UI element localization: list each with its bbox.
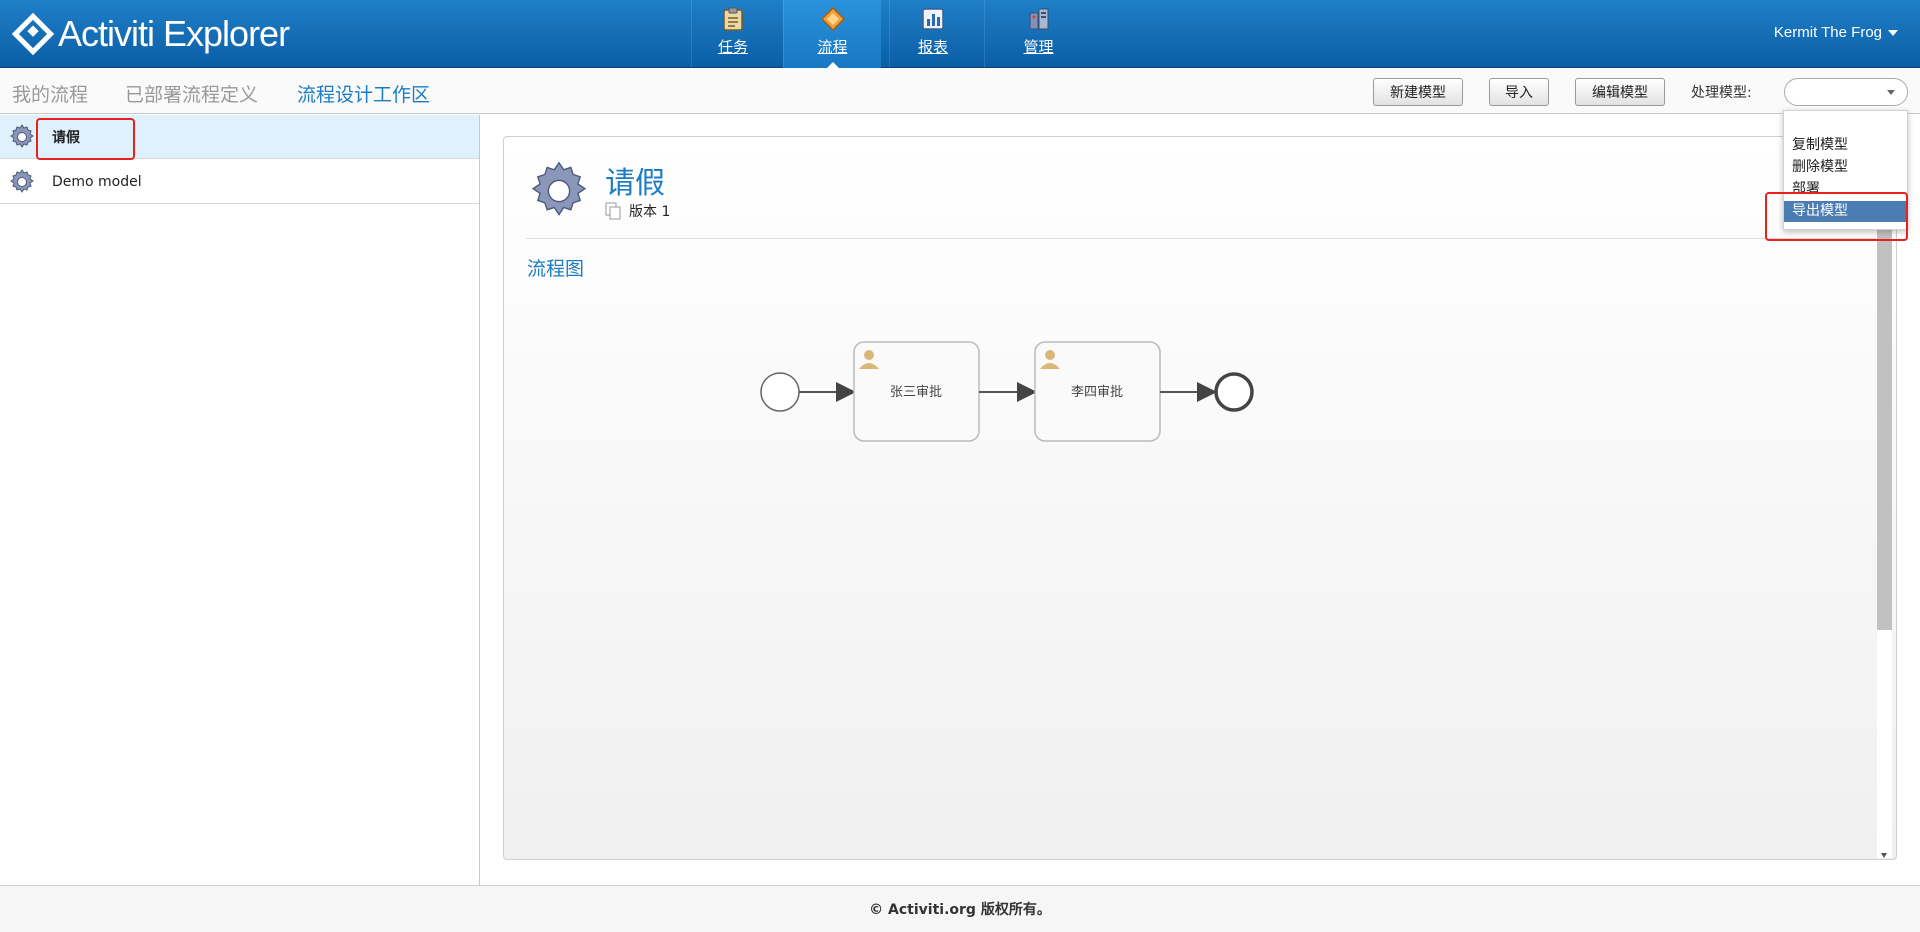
clipboard-icon bbox=[720, 6, 746, 32]
new-model-button[interactable]: 新建模型 bbox=[1373, 78, 1463, 106]
tab-model-workspace[interactable]: 流程设计工作区 bbox=[297, 80, 430, 107]
logo-text: Activiti Explorer bbox=[58, 13, 290, 54]
model-detail-card bbox=[503, 136, 1897, 860]
diagram-section-title: 流程图 bbox=[527, 258, 585, 280]
nav-tasks[interactable]: 任务 bbox=[691, 0, 774, 68]
process-model-label: 处理模型: bbox=[1691, 85, 1752, 101]
tab-my-processes[interactable]: 我的流程 bbox=[12, 80, 88, 107]
task-label: 张三审批 bbox=[890, 385, 942, 400]
model-list-panel: 请假 Demo model bbox=[0, 115, 480, 885]
user-task[interactable]: 李四审批 bbox=[1034, 341, 1161, 442]
diagram-scrollbar[interactable] bbox=[1877, 228, 1892, 858]
user-menu[interactable]: Kermit The Frog bbox=[1774, 24, 1898, 41]
gear-icon bbox=[10, 123, 34, 148]
process-diamond-icon bbox=[820, 6, 846, 32]
chevron-down-icon bbox=[1887, 90, 1895, 95]
model-name: Demo model bbox=[52, 173, 142, 190]
admin-icon bbox=[1026, 6, 1052, 32]
app-logo[interactable]: Activiti Explorer bbox=[11, 12, 290, 56]
version-text: 版本 1 bbox=[629, 204, 671, 220]
user-task[interactable]: 张三审批 bbox=[853, 341, 980, 442]
menu-item-copy-model[interactable]: 复制模型 bbox=[1784, 135, 1907, 156]
edit-model-button[interactable]: 编辑模型 bbox=[1575, 78, 1665, 106]
gear-icon bbox=[531, 161, 587, 216]
process-model-dropdown: 复制模型 删除模型 部署 导出模型 bbox=[1783, 110, 1908, 230]
import-button[interactable]: 导入 bbox=[1489, 78, 1549, 106]
nav-processes[interactable]: 流程 bbox=[783, 0, 881, 69]
list-item[interactable]: Demo model bbox=[0, 160, 479, 204]
sub-toolbar: 我的流程 已部署流程定义 流程设计工作区 新建模型 导入 编辑模型 处理模型: bbox=[0, 69, 1920, 114]
copyright-text: © Activiti.org 版权所有。 bbox=[869, 902, 1051, 918]
process-diagram: 张三审批 李四审批 bbox=[760, 341, 1254, 442]
nav-reports-label: 报表 bbox=[917, 38, 948, 56]
versions-icon bbox=[605, 202, 621, 220]
process-model-select[interactable] bbox=[1784, 78, 1908, 106]
list-item[interactable]: 请假 bbox=[0, 115, 479, 159]
model-name: 请假 bbox=[52, 129, 80, 146]
model-title: 请假 bbox=[605, 166, 665, 201]
model-version: 版本 1 bbox=[605, 201, 670, 221]
menu-item-delete-model[interactable]: 删除模型 bbox=[1784, 157, 1907, 178]
divider bbox=[526, 238, 1876, 239]
nav-tasks-label: 任务 bbox=[717, 38, 748, 56]
nav-admin-label: 管理 bbox=[1023, 38, 1054, 56]
scrollbar-thumb[interactable] bbox=[1877, 228, 1892, 630]
nav-reports[interactable]: 报表 bbox=[889, 0, 976, 68]
menu-item-export-model[interactable]: 导出模型 bbox=[1784, 201, 1907, 222]
app-header: Activiti Explorer 任务 流程 报表 管理 Kermit The… bbox=[0, 0, 1920, 69]
activiti-logo-icon bbox=[11, 12, 55, 56]
report-chart-icon bbox=[920, 6, 946, 32]
menu-item-deploy[interactable]: 部署 bbox=[1784, 179, 1907, 200]
user-name: Kermit The Frog bbox=[1773, 24, 1882, 41]
task-label: 李四审批 bbox=[1071, 385, 1123, 400]
chevron-down-icon bbox=[1888, 30, 1898, 37]
gear-icon bbox=[10, 168, 34, 193]
start-event[interactable] bbox=[760, 372, 800, 412]
scroll-down-icon[interactable] bbox=[1881, 853, 1887, 858]
end-event[interactable] bbox=[1214, 372, 1254, 412]
footer: © Activiti.org 版权所有。 bbox=[0, 885, 1920, 932]
tab-deployed-definitions[interactable]: 已部署流程定义 bbox=[125, 80, 258, 107]
nav-processes-label: 流程 bbox=[817, 38, 848, 56]
nav-admin[interactable]: 管理 bbox=[984, 0, 1092, 68]
